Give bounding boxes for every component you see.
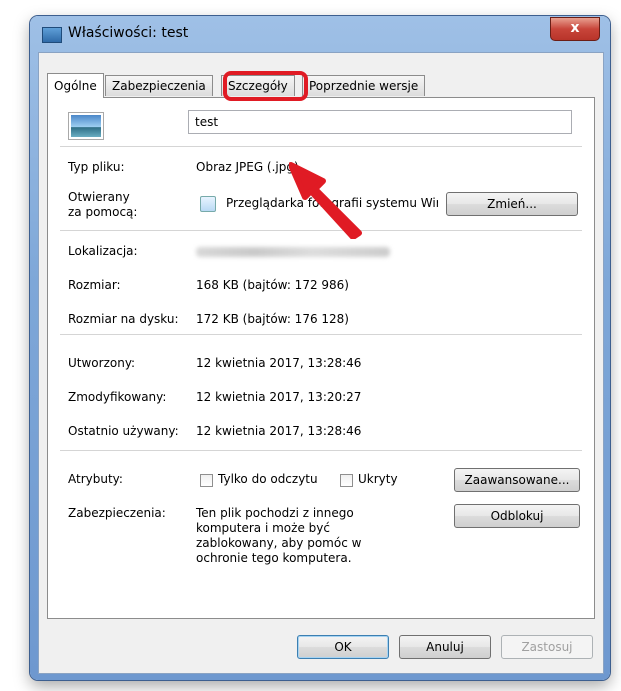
opens-with-label-line1: Otwierany xyxy=(68,190,130,204)
readonly-checkbox-label[interactable]: Tylko do odczytu xyxy=(218,472,318,486)
accessed-value: 12 kwietnia 2017, 13:28:46 xyxy=(196,424,362,438)
security-text-line4: ochronie tego komputera. xyxy=(196,551,352,565)
size-on-disk-label: Rozmiar na dysku: xyxy=(68,312,179,326)
modified-label: Zmodyfikowany: xyxy=(68,390,167,404)
size-value: 168 KB (bajtów: 172 986) xyxy=(196,278,349,292)
close-button[interactable]: x xyxy=(550,17,600,41)
photo-viewer-icon xyxy=(200,196,216,212)
cancel-button[interactable]: Anuluj xyxy=(399,635,491,659)
ok-button[interactable]: OK xyxy=(297,635,389,659)
dialog-client-area: Ogólne Zabezpieczenia Szczegóły Poprzedn… xyxy=(38,52,604,674)
modified-value: 12 kwietnia 2017, 13:20:27 xyxy=(196,390,362,404)
location-value-blurred xyxy=(196,247,390,257)
window-title: Właściwości: test xyxy=(68,25,189,41)
image-thumbnail-icon xyxy=(68,112,104,140)
hidden-checkbox-label[interactable]: Ukryty xyxy=(358,472,398,486)
hidden-checkbox[interactable] xyxy=(340,474,353,487)
change-button[interactable]: Zmień... xyxy=(446,192,578,216)
security-text-line1: Ten plik pochodzi z innego xyxy=(196,506,354,520)
tab-general[interactable]: Ogólne xyxy=(47,73,104,98)
created-label: Utworzony: xyxy=(68,356,136,370)
size-label: Rozmiar: xyxy=(68,278,121,292)
file-name-field[interactable]: test xyxy=(188,110,572,134)
divider xyxy=(60,334,582,335)
file-type-value: Obraz JPEG (.jpg) xyxy=(196,160,299,174)
location-label: Lokalizacja: xyxy=(68,244,138,258)
tab-security[interactable]: Zabezpieczenia xyxy=(105,75,213,96)
accessed-label: Ostatnio używany: xyxy=(68,424,179,438)
security-text-line2: komputera i może być xyxy=(196,521,330,535)
details-tab-highlight xyxy=(223,71,308,101)
red-arrow-annotation xyxy=(289,162,362,239)
apply-button[interactable]: Zastosuj xyxy=(501,635,593,659)
tab-previous-versions[interactable]: Poprzednie wersje xyxy=(302,75,426,96)
created-value: 12 kwietnia 2017, 13:28:46 xyxy=(196,356,362,370)
properties-window: Właściwości: test x Ogólne Zabezpieczeni… xyxy=(30,16,610,680)
advanced-button[interactable]: Zaawansowane... xyxy=(454,468,580,492)
divider xyxy=(60,146,582,147)
readonly-checkbox[interactable] xyxy=(200,474,213,487)
security-label: Zabezpieczenia: xyxy=(68,506,166,520)
title-bar[interactable]: Właściwości: test x xyxy=(30,16,610,50)
divider xyxy=(60,450,582,451)
file-type-label: Typ pliku: xyxy=(68,160,125,174)
size-on-disk-value: 172 KB (bajtów: 176 128) xyxy=(196,312,349,326)
screenshot-stage: Właściwości: test x Ogólne Zabezpieczeni… xyxy=(0,0,621,691)
opens-with-label-line2: za pomocą: xyxy=(68,205,138,219)
attributes-label: Atrybuty: xyxy=(68,472,123,486)
security-text-line3: zablokowany, aby pomóc w xyxy=(196,536,362,550)
unblock-button[interactable]: Odblokuj xyxy=(454,504,580,528)
image-file-icon xyxy=(42,27,62,43)
